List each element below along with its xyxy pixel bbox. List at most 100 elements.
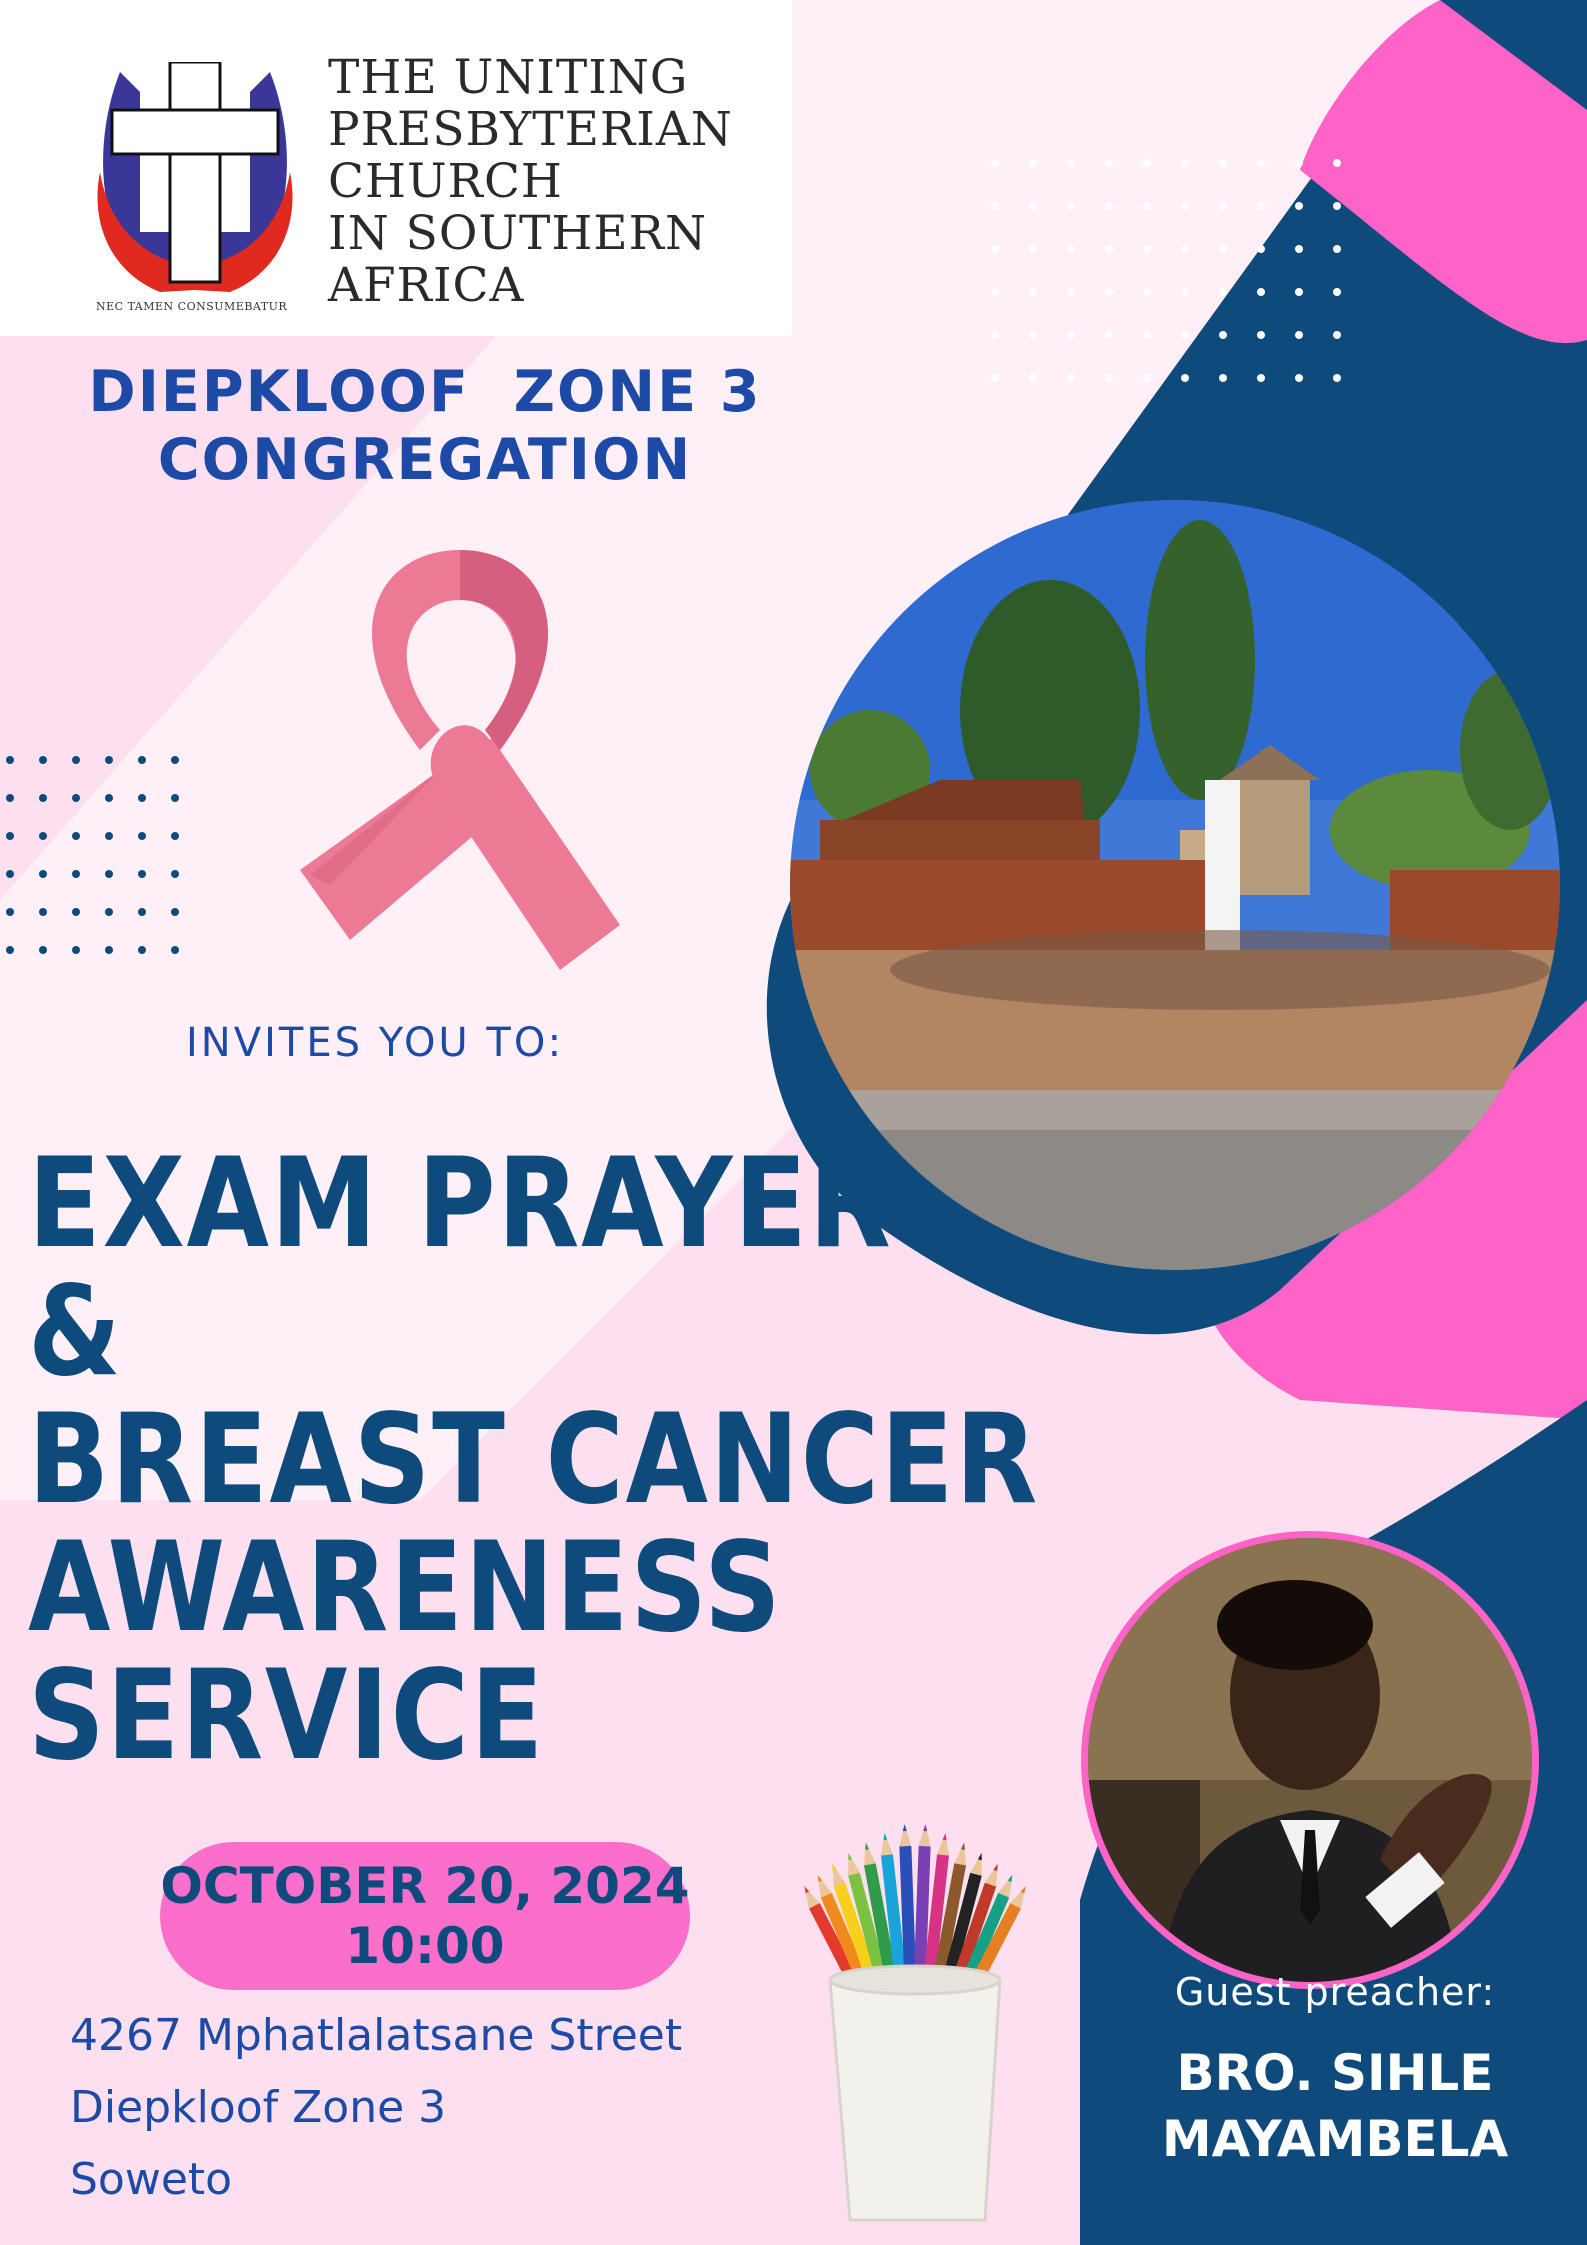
decor-dot <box>105 756 113 764</box>
decor-dot <box>1029 159 1037 167</box>
decor-dot <box>1181 245 1189 253</box>
decor-dot <box>105 794 113 802</box>
headline-line: SERVICE <box>28 1644 546 1788</box>
decor-dot <box>1029 374 1037 382</box>
church-name-text: THE UNITING PRESBYTERIAN CHURCH IN SOUTH… <box>328 52 733 312</box>
event-poster: THE UNITING PRESBYTERIAN CHURCH IN SOUTH… <box>0 0 1587 2245</box>
decor-dot <box>72 794 80 802</box>
decor-dot <box>39 832 47 840</box>
decor-dot <box>171 908 179 916</box>
decor-dot <box>1257 202 1265 210</box>
decor-dot <box>1295 331 1303 339</box>
invitation-text: INVITES YOU TO: <box>186 1020 565 1066</box>
decor-dot <box>1067 331 1075 339</box>
headline-line: EXAM PRAYER <box>28 1132 893 1276</box>
decor-dot <box>1295 159 1303 167</box>
church-name-line: CHURCH <box>328 154 563 209</box>
church-cross-logo-icon <box>97 62 293 292</box>
decor-dot <box>1181 288 1189 296</box>
decor-dot <box>171 756 179 764</box>
event-date-badge: OCTOBER 20, 2024 10:00 <box>160 1842 690 1990</box>
decor-dot <box>1143 331 1151 339</box>
decor-dot <box>1029 331 1037 339</box>
congregation-line-2: CONGREGATION <box>157 427 693 493</box>
decor-dot <box>6 794 14 802</box>
decor-dot <box>991 245 999 253</box>
decor-dot <box>1333 245 1341 253</box>
decor-dot <box>72 756 80 764</box>
decor-dot <box>1029 288 1037 296</box>
decor-dot <box>6 832 14 840</box>
guest-preacher-label: Guest preacher: <box>1174 1970 1496 2014</box>
decor-dot <box>991 374 999 382</box>
decor-dot <box>72 946 80 954</box>
decor-dot <box>1257 159 1265 167</box>
decor-dot <box>1067 159 1075 167</box>
decor-dot <box>105 946 113 954</box>
decor-dot <box>991 331 999 339</box>
decor-dot <box>1333 331 1341 339</box>
event-time: 10:00 <box>345 1917 505 1975</box>
decor-dot <box>1143 159 1151 167</box>
decor-dot <box>138 870 146 878</box>
decor-dot <box>1105 202 1113 210</box>
decor-dot <box>1257 245 1265 253</box>
decor-dot <box>1257 288 1265 296</box>
dot-grid-left <box>6 756 179 954</box>
dot-grid-top-right <box>991 159 1341 382</box>
guest-preacher-name: BRO. SIHLE MAYAMBELA <box>1085 2040 1585 2172</box>
decor-dot <box>1295 245 1303 253</box>
decor-dot <box>991 159 999 167</box>
church-name-line: THE UNITING <box>328 50 689 105</box>
decor-dot <box>1029 245 1037 253</box>
decor-dot <box>1181 374 1189 382</box>
decor-dot <box>138 946 146 954</box>
decor-dot <box>1067 374 1075 382</box>
decor-dot <box>1295 374 1303 382</box>
event-date: OCTOBER 20, 2024 <box>160 1857 690 1915</box>
decor-dot <box>138 832 146 840</box>
decor-dot <box>1295 288 1303 296</box>
guest-preacher-photo <box>1081 1531 1539 1989</box>
decor-dot <box>1067 245 1075 253</box>
decor-dot <box>1067 202 1075 210</box>
church-name-line: PRESBYTERIAN <box>328 102 733 157</box>
decor-dot <box>72 832 80 840</box>
headline-line: & <box>28 1260 123 1404</box>
decor-dot <box>39 908 47 916</box>
preacher-name-line: MAYAMBELA <box>1161 2110 1509 2168</box>
decor-dot <box>138 756 146 764</box>
decor-dot <box>6 946 14 954</box>
decor-dot <box>39 870 47 878</box>
congregation-heading: DIEPKLOOF ZONE 3 CONGREGATION <box>0 358 850 494</box>
event-address: 4267 Mphatlalatsane Street Diepkloof Zon… <box>70 2000 682 2216</box>
decor-dot <box>1105 159 1113 167</box>
church-logo-panel: THE UNITING PRESBYTERIAN CHURCH IN SOUTH… <box>0 0 792 336</box>
event-headline: EXAM PRAYER & BREAST CANCER AWARENESS SE… <box>28 1140 1039 1780</box>
decor-dot <box>1295 202 1303 210</box>
decor-dot <box>1181 159 1189 167</box>
address-line: 4267 Mphatlalatsane Street <box>70 2010 683 2061</box>
decor-dot <box>1219 288 1227 296</box>
church-name-line: IN SOUTHERN <box>328 206 708 261</box>
decor-dot <box>1333 288 1341 296</box>
decor-dot <box>991 202 999 210</box>
decor-dot <box>1333 374 1341 382</box>
decor-dot <box>1181 331 1189 339</box>
decor-dot <box>39 946 47 954</box>
decor-dot <box>1219 245 1227 253</box>
headline-line: AWARENESS <box>28 1516 783 1660</box>
decor-dot <box>1219 374 1227 382</box>
congregation-line-1: DIEPKLOOF ZONE 3 <box>88 359 762 425</box>
decor-dot <box>1257 331 1265 339</box>
pink-ribbon-icon <box>300 550 620 970</box>
headline-line: BREAST CANCER <box>28 1388 1040 1532</box>
decor-dot <box>105 832 113 840</box>
decor-dot <box>1105 331 1113 339</box>
decor-dot <box>1105 288 1113 296</box>
decor-dot <box>991 288 999 296</box>
address-line: Diepkloof Zone 3 <box>70 2082 447 2133</box>
pencil-cup-icon <box>804 1824 1026 2222</box>
decor-dot <box>1143 288 1151 296</box>
decor-dot <box>39 794 47 802</box>
